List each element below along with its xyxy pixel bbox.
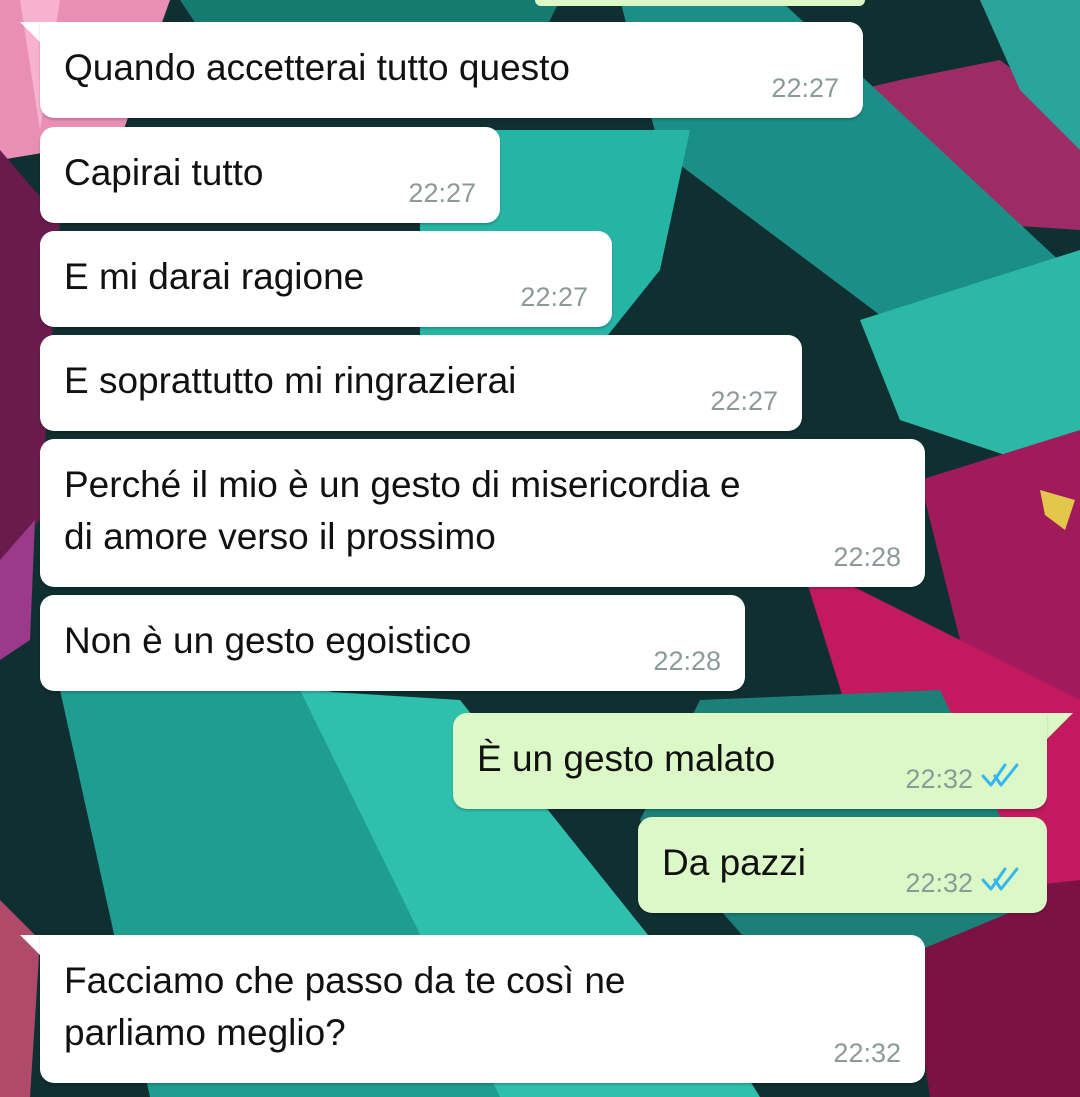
message-text: Non è un gesto egoistico: [64, 620, 472, 661]
read-double-check-icon: [981, 763, 1019, 787]
message-timestamp: 22:27: [408, 178, 476, 208]
incoming-message-bubble[interactable]: E soprattutto mi ringrazierai 22:27: [40, 335, 802, 431]
message-text: Da pazzi: [662, 842, 806, 883]
read-double-check-icon: [981, 867, 1019, 891]
message-timestamp: 22:28: [653, 646, 721, 676]
incoming-message-bubble[interactable]: E mi darai ragione 22:27: [40, 231, 612, 327]
chat-screen: Quando accetterai tutto questo 22:27 Capir…: [0, 0, 1080, 1097]
message-text: Perché il mio è un gesto di misericordia…: [64, 464, 741, 557]
message-text: Facciamo che passo da te così ne parliam…: [64, 960, 626, 1053]
message-timestamp: 22:27: [520, 282, 588, 312]
message-text: Quando accetterai tutto questo: [64, 47, 571, 88]
incoming-message-bubble[interactable]: Non è un gesto egoistico 22:28: [40, 595, 745, 691]
message-timestamp: 22:32: [905, 764, 973, 794]
message-timestamp: 22:28: [833, 542, 901, 572]
message-text: E mi darai ragione: [64, 256, 365, 297]
message-text: Capirai tutto: [64, 152, 264, 193]
message-timestamp: 22:32: [833, 1038, 901, 1068]
incoming-message-bubble[interactable]: Facciamo che passo da te così ne parliam…: [40, 935, 925, 1083]
message-timestamp: 22:27: [771, 73, 839, 103]
message-list[interactable]: Quando accetterai tutto questo 22:27 Capir…: [0, 0, 1080, 1097]
message-timestamp: 22:27: [710, 386, 778, 416]
message-text: E soprattutto mi ringrazierai: [64, 360, 517, 401]
incoming-message-bubble[interactable]: Quando accetterai tutto questo 22:27: [40, 22, 863, 118]
bubble-tail: [1047, 713, 1073, 739]
message-timestamp: 22:32: [905, 868, 973, 898]
outgoing-message-bubble[interactable]: È un gesto malato 22:32: [453, 713, 1047, 809]
message-text: È un gesto malato: [477, 738, 776, 779]
incoming-message-bubble[interactable]: Capirai tutto 22:27: [40, 127, 500, 223]
outgoing-message-bubble[interactable]: Da pazzi 22:32: [638, 817, 1047, 913]
incoming-message-bubble[interactable]: Perché il mio è un gesto di misericordia…: [40, 439, 925, 587]
